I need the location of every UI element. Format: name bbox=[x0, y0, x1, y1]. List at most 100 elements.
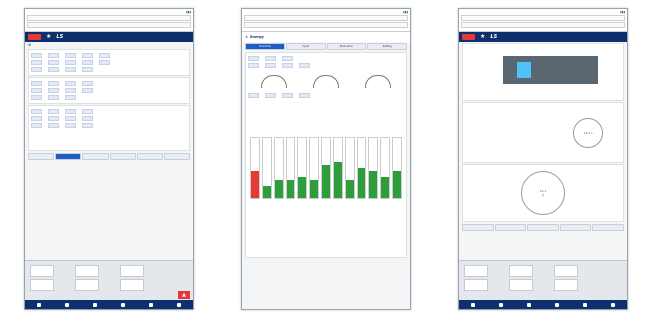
tab-3[interactable] bbox=[527, 224, 559, 231]
energy-bar bbox=[286, 180, 295, 198]
bar-slot bbox=[368, 137, 379, 199]
energy-bar bbox=[357, 168, 366, 198]
production-gauge: 12 s ◎ bbox=[521, 171, 565, 215]
nav-icon[interactable] bbox=[149, 302, 153, 307]
bar-slot bbox=[380, 137, 391, 199]
control-panel bbox=[459, 260, 627, 309]
control-button[interactable] bbox=[120, 265, 144, 277]
energy-bar bbox=[369, 171, 378, 198]
control-button[interactable] bbox=[75, 265, 99, 277]
bar-slot bbox=[309, 137, 320, 199]
control-button[interactable] bbox=[554, 279, 578, 291]
nav-icon[interactable] bbox=[37, 302, 41, 307]
control-button[interactable] bbox=[120, 279, 144, 291]
nav-icon[interactable] bbox=[583, 302, 587, 307]
app-topbar: ★ LS bbox=[25, 32, 193, 42]
bar-slot bbox=[273, 137, 284, 199]
alarm-icon[interactable]: ▲ bbox=[178, 291, 190, 299]
bar-slot bbox=[332, 137, 343, 199]
gauge bbox=[261, 75, 287, 88]
nav-icon[interactable] bbox=[527, 302, 531, 307]
address-field[interactable] bbox=[461, 15, 625, 21]
control-button[interactable] bbox=[30, 265, 54, 277]
control-panel: ▲ bbox=[25, 260, 193, 309]
star-icon[interactable]: ★ bbox=[480, 34, 485, 40]
tab-overview[interactable]: Overview bbox=[245, 43, 285, 50]
tab-cycle[interactable]: Cycle bbox=[285, 43, 326, 50]
tab-4[interactable] bbox=[559, 224, 592, 231]
bar-slot bbox=[344, 137, 355, 199]
mode-tabs bbox=[25, 152, 193, 161]
cycle-card: 12.0 s bbox=[462, 102, 624, 163]
production-card: 12 s ◎ bbox=[462, 164, 624, 222]
forward-card bbox=[28, 49, 190, 76]
energy-bar bbox=[322, 165, 330, 198]
address-field[interactable] bbox=[27, 15, 191, 21]
control-button[interactable] bbox=[464, 279, 488, 291]
nav-icon[interactable] bbox=[121, 302, 125, 307]
device-screen-left: ▮▮▮ ★ LS ⚙ ▲ bbox=[24, 8, 194, 310]
browser-header: ▮▮▮ bbox=[459, 9, 627, 32]
search-field[interactable] bbox=[27, 22, 191, 28]
nav-icon[interactable] bbox=[177, 302, 181, 307]
tab-2[interactable] bbox=[494, 224, 527, 231]
search-field[interactable] bbox=[461, 22, 625, 28]
brand-logo bbox=[462, 34, 475, 40]
control-button[interactable] bbox=[554, 265, 578, 277]
section-title: Energy bbox=[250, 35, 264, 39]
control-button[interactable] bbox=[75, 279, 99, 291]
control-button[interactable] bbox=[30, 279, 54, 291]
backward-card bbox=[28, 77, 190, 104]
energy-section: ★ Energy bbox=[242, 32, 410, 42]
app-topbar: ★ LS bbox=[459, 32, 627, 42]
nav-icon[interactable] bbox=[65, 302, 69, 307]
nav-icon[interactable] bbox=[499, 302, 503, 307]
tab-5[interactable] bbox=[136, 153, 163, 160]
control-button[interactable] bbox=[509, 279, 533, 291]
gauge bbox=[313, 75, 339, 88]
nav-icon[interactable] bbox=[555, 302, 559, 307]
tab-4[interactable] bbox=[109, 153, 136, 160]
bar-slot bbox=[356, 137, 367, 199]
bottom-nav bbox=[459, 300, 627, 309]
tab-5[interactable] bbox=[592, 224, 624, 231]
tab-1[interactable] bbox=[462, 224, 494, 231]
star-icon: ★ bbox=[245, 35, 249, 39]
bar-slot bbox=[250, 137, 260, 199]
energy-bar bbox=[345, 180, 354, 198]
star-icon[interactable]: ★ bbox=[46, 34, 51, 40]
bar-slot bbox=[297, 137, 308, 199]
tab-production[interactable]: Production bbox=[326, 43, 367, 50]
energy-bar bbox=[251, 171, 259, 198]
tab-3[interactable] bbox=[82, 153, 109, 160]
bar-slot bbox=[321, 137, 331, 199]
energy-bar bbox=[274, 180, 283, 198]
control-button[interactable] bbox=[464, 265, 488, 277]
overview-card bbox=[245, 52, 407, 258]
bottom-nav bbox=[25, 300, 193, 309]
address-field[interactable] bbox=[244, 15, 408, 21]
mold-image bbox=[517, 62, 531, 78]
ls-logo: LS bbox=[490, 34, 498, 40]
browser-header: ▮▮▮ bbox=[25, 9, 193, 32]
nav-icon[interactable] bbox=[471, 302, 475, 307]
battery-icon: ▮▮▮ bbox=[620, 10, 625, 14]
battery-icon: ▮▮▮ bbox=[403, 10, 408, 14]
tab-setting[interactable]: Setting bbox=[367, 43, 407, 50]
nav-icon[interactable] bbox=[611, 302, 615, 307]
energy-bar bbox=[298, 177, 307, 198]
device-screen-center: ▮▮▮ ★ Energy Overview Cycle Production Sett… bbox=[241, 8, 411, 310]
cycle-time: 12.0 s bbox=[583, 130, 593, 135]
timer-card bbox=[28, 105, 190, 151]
energy-bar-chart bbox=[250, 137, 402, 199]
tab-1[interactable] bbox=[28, 153, 55, 160]
nav-icon[interactable] bbox=[93, 302, 97, 307]
bar-slot bbox=[392, 137, 402, 199]
browser-header: ▮▮▮ bbox=[242, 9, 410, 32]
tab-2[interactable] bbox=[55, 153, 82, 160]
control-button[interactable] bbox=[509, 265, 533, 277]
mode-tabs bbox=[459, 223, 627, 232]
search-field[interactable] bbox=[244, 22, 408, 28]
tab-6[interactable] bbox=[163, 153, 191, 160]
brand-logo bbox=[28, 34, 41, 40]
